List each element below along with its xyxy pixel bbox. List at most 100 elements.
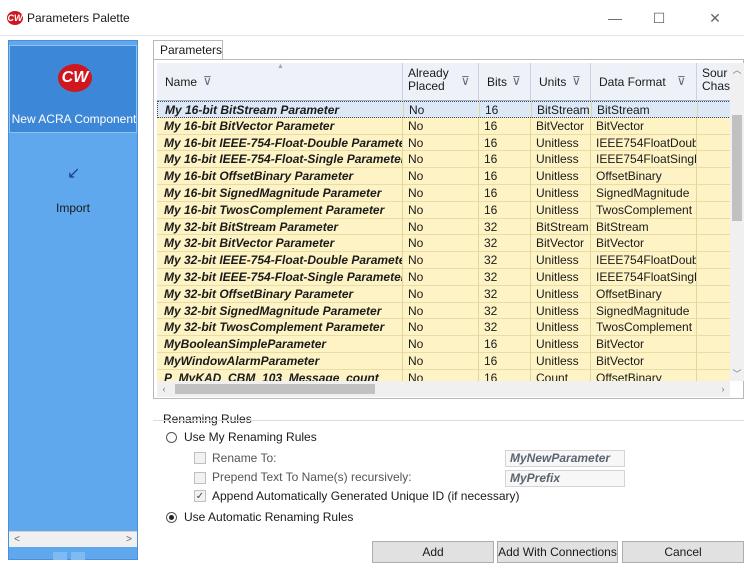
cell-placed: No [403,336,479,353]
cell-format: BitStream [591,218,697,236]
table-row[interactable]: My 32-bit SignedMagnitude Parameter No 32 U… [157,302,731,320]
cell-bits: 32 [479,235,531,253]
filter-icon[interactable]: ⊽ [203,74,212,88]
cell-bits: 16 [479,336,531,353]
cell-bits: 32 [479,218,531,236]
scroll-left-icon[interactable]: < [9,532,25,548]
cell-name: My 32-bit OffsetBinary Parameter [157,285,403,303]
cell-units: Unitless [531,285,591,303]
table-row[interactable]: My 16-bit TwosComplement Parameter No 16 Un… [157,201,731,219]
append-unique-id-label: Append Automatically Generated Unique ID… [212,489,520,503]
table-row[interactable]: My 32-bit IEEE-754-Float-Double Paramete… [157,252,731,269]
filter-icon[interactable]: ⊽ [572,74,581,88]
table-row[interactable]: My 16-bit OffsetBinary Parameter No 16 Unit… [157,168,731,185]
table-row[interactable]: My 16-bit IEEE-754-Float-Double Paramete… [157,134,731,152]
cell-bits: 32 [479,319,531,337]
rename-to-field[interactable]: MyNewParameter [505,450,625,467]
scroll-left-icon[interactable]: ‹ [157,381,171,397]
cell-placed: No [403,353,479,370]
cell-bits: 32 [479,285,531,303]
minimize-button[interactable]: — [600,6,630,30]
table-row[interactable]: My 16-bit IEEE-754-Float-Single Paramete… [157,151,731,169]
rename-to-checkbox[interactable] [194,452,206,464]
cell-bits: 16 [479,201,531,219]
table-horizontal-scrollbar[interactable]: ‹ › [157,381,730,397]
column-header-name[interactable]: ▲ Name ⊽ [157,63,403,101]
use-automatic-renaming-rules-label[interactable]: Use Automatic Renaming Rules [184,510,353,524]
table-row[interactable]: My 32-bit IEEE-754-Float-Single Paramete… [157,269,731,286]
table-row[interactable]: My 32-bit TwosComplement Parameter No 32 Un… [157,319,731,337]
column-header-bits[interactable]: Bits ⊽ [479,63,531,101]
filter-icon[interactable]: ⊽ [461,74,470,88]
sidebar-item-import[interactable]: ↙ Import [9,161,137,221]
filter-icon[interactable]: ⊽ [677,74,686,88]
scroll-thumb[interactable] [175,384,375,394]
cw-logo-icon: CW [58,64,92,92]
cell-name: P_MyKAD_CBM_103_Message_count [157,369,403,381]
column-header-already-placed[interactable]: Already Placed ⊽ [403,63,479,101]
scroll-thumb[interactable] [732,115,742,221]
close-button[interactable]: ✕ [700,6,730,30]
sidebar-item-label: New ACRA Component [11,112,137,126]
column-header-units[interactable]: Units ⊽ [531,63,591,101]
cell-bits: 16 [479,134,531,152]
sidebar-item-new-acra-component[interactable]: CW New ACRA Component [9,45,137,133]
cell-units: BitVector [531,235,591,253]
cell-placed: No [403,117,479,135]
cell-placed: No [403,185,479,202]
table-row[interactable]: MyBooleanSimpleParameter No 16 Unitless BitV… [157,336,731,353]
table-row[interactable]: My 16-bit BitStream Parameter No 16 BitStre… [157,101,731,119]
palette-sidebar: CW New ACRA Component ↙ Import < > [8,40,138,560]
cell-units: Unitless [531,134,591,152]
tab-parameters[interactable]: Parameters [153,40,223,60]
filter-icon[interactable]: ⊽ [512,74,521,88]
add-with-connections-button[interactable]: Add With Connections [497,541,618,563]
cell-bits: 16 [479,353,531,370]
table-row[interactable]: My 32-bit BitStream Parameter No 32 BitStre… [157,218,731,236]
table-header: ▲ Name ⊽ Already Placed ⊽ Bits ⊽ Units ⊽ … [157,63,731,101]
scroll-down-icon[interactable]: ﹀ [730,367,744,381]
cell-src [697,168,731,185]
cell-placed: No [403,235,479,253]
use-automatic-renaming-rules-radio[interactable] [166,512,177,523]
prepend-text-checkbox[interactable] [194,472,206,484]
cell-units: Unitless [531,168,591,185]
cell-format: IEEE754FloatSingle [591,269,697,286]
table-vertical-scrollbar[interactable]: ︿ ﹀ [730,63,744,381]
sidebar-scrollbar[interactable]: < > [9,531,137,547]
cell-units: BitStream [532,102,592,119]
table-row[interactable]: MyWindowAlarmParameter No 16 Unitless BitVec… [157,353,731,370]
column-header-source-chassis[interactable]: Sour Chas [697,63,731,101]
grid-icon [53,552,67,560]
table-row[interactable]: My 16-bit SignedMagnitude Parameter No 16 U… [157,185,731,202]
cell-bits: 16 [479,168,531,185]
table-row[interactable]: P_MyKAD_CBM_103_Message_count No 16 Count Of… [157,369,731,381]
maximize-button[interactable]: ☐ [644,6,674,30]
append-unique-id-checkbox[interactable]: ✓ [194,490,206,502]
table-row[interactable]: My 32-bit BitVector Parameter No 32 BitVect… [157,235,731,253]
cell-name: My 32-bit IEEE-754-Float-Double Paramete… [157,252,403,269]
use-my-renaming-rules-label[interactable]: Use My Renaming Rules [184,430,317,444]
cell-src [697,269,731,286]
prepend-text-label: Prepend Text To Name(s) recursively: [212,470,412,484]
cell-placed: No [403,369,479,381]
cell-format: IEEE754FloatDouble [591,252,697,269]
scroll-right-icon[interactable]: > [121,532,137,548]
scroll-up-icon[interactable]: ︿ [730,63,744,77]
cell-bits: 16 [480,102,532,119]
cell-placed: No [403,269,479,286]
cell-units: Unitless [531,302,591,320]
add-button[interactable]: Add [372,541,494,563]
column-header-data-format[interactable]: Data Format ⊽ [591,63,697,101]
title-bar: CW Parameters Palette — ☐ ✕ [0,0,744,36]
table-row[interactable]: My 32-bit OffsetBinary Parameter No 32 Unit… [157,285,731,303]
cell-format: BitVector [591,235,697,253]
cell-units: Unitless [531,185,591,202]
cell-format: BitStream [592,102,698,119]
table-row[interactable]: My 16-bit BitVector Parameter No 16 BitVect… [157,117,731,135]
cancel-button[interactable]: Cancel [622,541,744,563]
use-my-renaming-rules-radio[interactable] [166,432,177,443]
prepend-text-field[interactable]: MyPrefix [505,470,625,487]
scroll-right-icon[interactable]: › [716,381,730,397]
cell-placed: No [403,252,479,269]
